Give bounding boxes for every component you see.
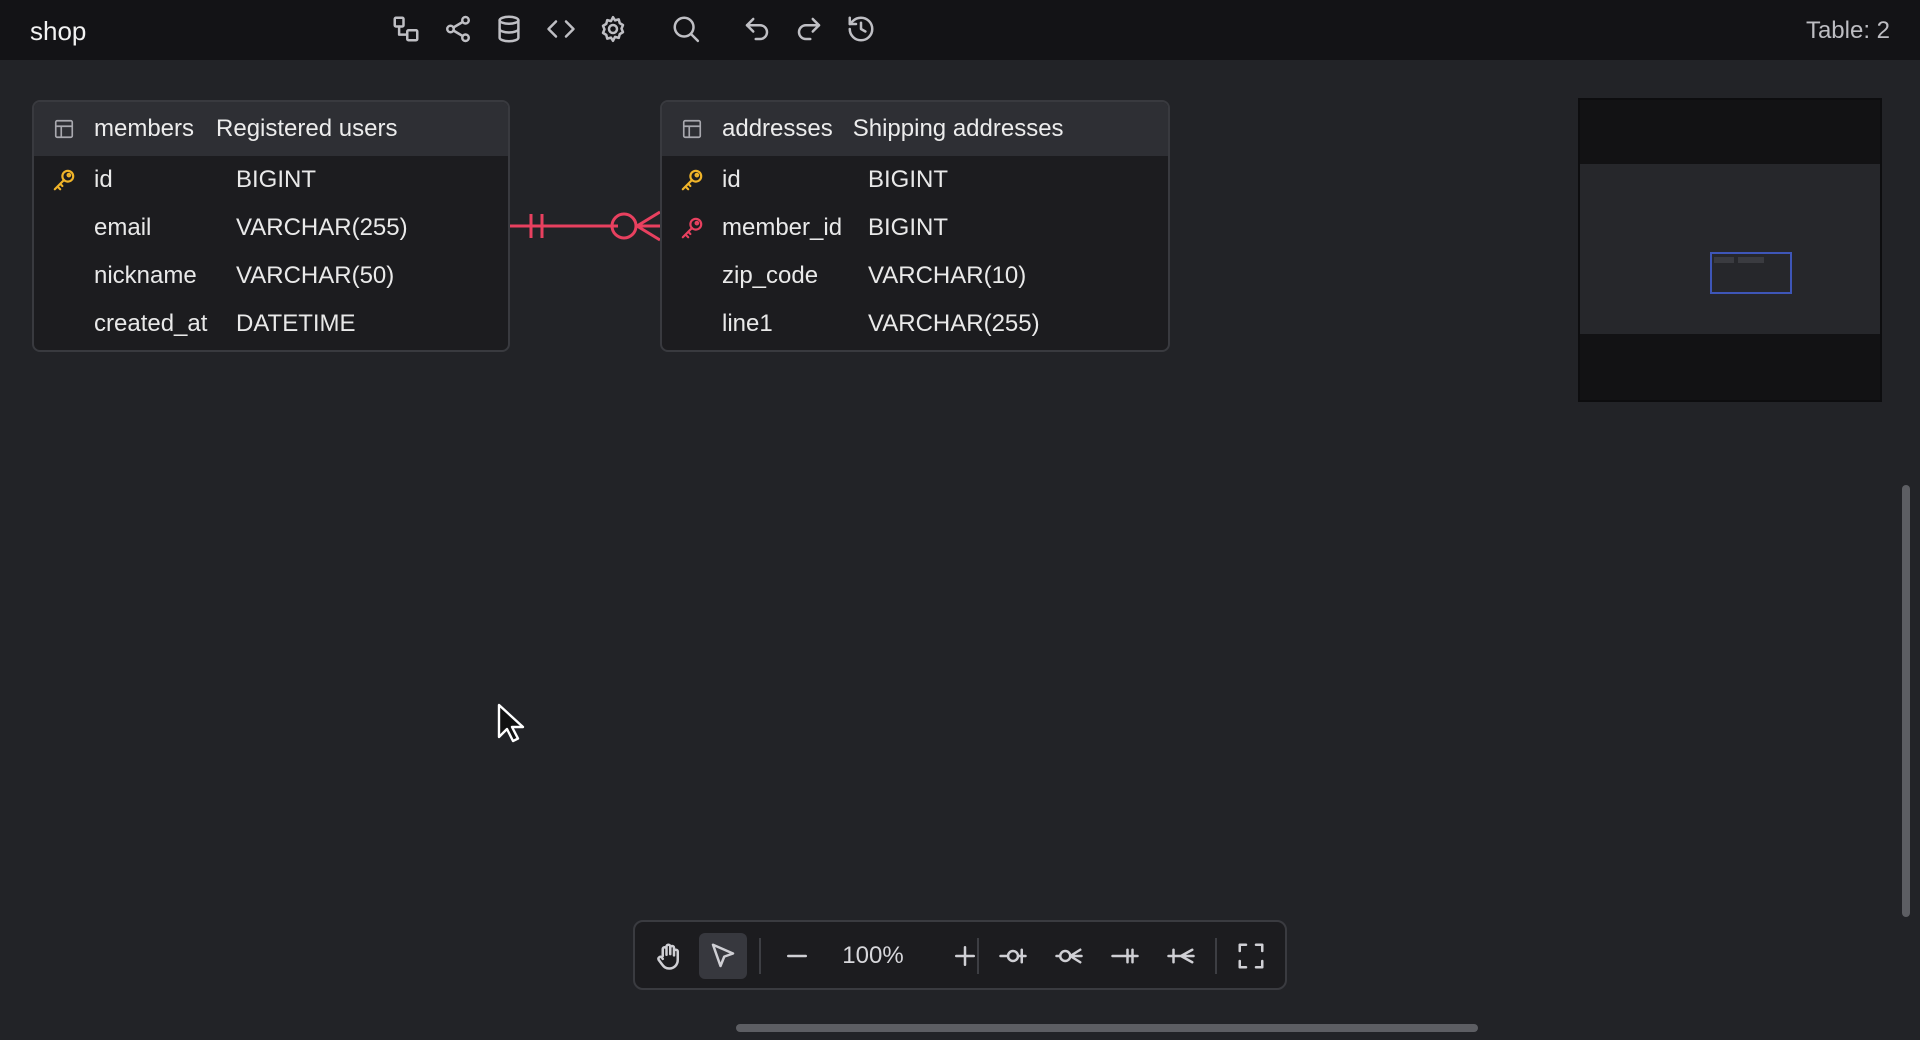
pointer-icon[interactable] [699,933,747,979]
column-name: zip_code [722,262,819,289]
app-title: shop [30,16,87,46]
column-type: BIGINT [868,166,949,193]
zoom-out-icon[interactable] [773,933,821,979]
column-type: VARCHAR(255) [236,214,408,241]
undo-icon[interactable] [737,9,777,49]
column-name: member_id [722,214,843,241]
diagram-icon[interactable] [386,9,426,49]
table-name: addresses [722,115,833,142]
table-header[interactable]: addresses Shipping addresses [662,102,1168,156]
column-row[interactable]: id BIGINT [662,156,1168,204]
horizontal-scrollbar[interactable] [736,1024,1478,1032]
column-name: nickname [94,262,197,289]
redo-icon[interactable] [789,9,829,49]
table-icon [34,118,94,140]
relationship-line[interactable] [506,200,662,270]
column-name: email [94,214,152,241]
column-row[interactable]: id BIGINT [34,156,508,204]
column-row[interactable]: member_id BIGINT [662,204,1168,252]
hand-icon[interactable] [645,933,693,979]
minimap-viewport[interactable] [1710,252,1792,294]
column-type: DATETIME [236,310,356,337]
column-type: VARCHAR(50) [236,262,395,289]
table-members[interactable]: members Registered users id BIGINT email… [32,100,510,352]
one-or-many-icon[interactable] [1157,933,1205,979]
history-icon[interactable] [841,9,881,49]
column-name: line1 [722,310,773,337]
search-icon[interactable] [666,9,706,49]
column-type: BIGINT [868,214,949,241]
zoom-level[interactable]: 100% [833,942,913,970]
column-row[interactable]: line1 VARCHAR(255) [662,300,1168,348]
mouse-cursor-icon [497,703,525,743]
column-row[interactable]: nickname VARCHAR(50) [34,252,508,300]
column-row[interactable]: created_at DATETIME [34,300,508,348]
column-row[interactable]: email VARCHAR(255) [34,204,508,252]
database-icon[interactable] [489,9,529,49]
diagram-canvas[interactable]: members Registered users id BIGINT email… [0,60,1920,1040]
toolbar-divider [759,938,761,974]
one-only-icon[interactable] [1101,933,1149,979]
table-comment: Registered users [216,115,398,142]
column-name: id [722,166,741,193]
code-icon[interactable] [541,9,581,49]
toolbar-divider [1215,938,1217,974]
fullscreen-icon[interactable] [1227,933,1275,979]
column-row[interactable]: zip_code VARCHAR(10) [662,252,1168,300]
gear-icon[interactable] [593,9,633,49]
toolbar-divider [977,938,979,974]
share-icon[interactable] [438,9,478,49]
zero-or-many-icon[interactable] [1045,933,1093,979]
column-type: BIGINT [236,166,317,193]
primary-key-icon [662,167,722,193]
table-icon [662,118,722,140]
primary-key-icon [34,167,94,193]
column-type: VARCHAR(10) [868,262,1027,289]
bottom-toolbar: 100% [633,920,1287,990]
foreign-key-icon [662,215,722,241]
zoom-in-icon[interactable] [941,933,989,979]
table-addresses[interactable]: addresses Shipping addresses id BIGINT m… [660,100,1170,352]
vertical-scrollbar[interactable] [1902,485,1910,917]
column-name: id [94,166,113,193]
zero-or-one-icon[interactable] [989,933,1037,979]
table-comment: Shipping addresses [852,115,1064,142]
table-header[interactable]: members Registered users [34,102,508,156]
minimap-canvas-area [1580,164,1880,334]
column-name: created_at [94,310,208,337]
top-bar: shop Table: 2 [0,0,1920,60]
minimap[interactable] [1578,98,1882,402]
table-name: members [94,115,195,142]
table-count: Table: 2 [1805,17,1890,44]
column-type: VARCHAR(255) [868,310,1040,337]
